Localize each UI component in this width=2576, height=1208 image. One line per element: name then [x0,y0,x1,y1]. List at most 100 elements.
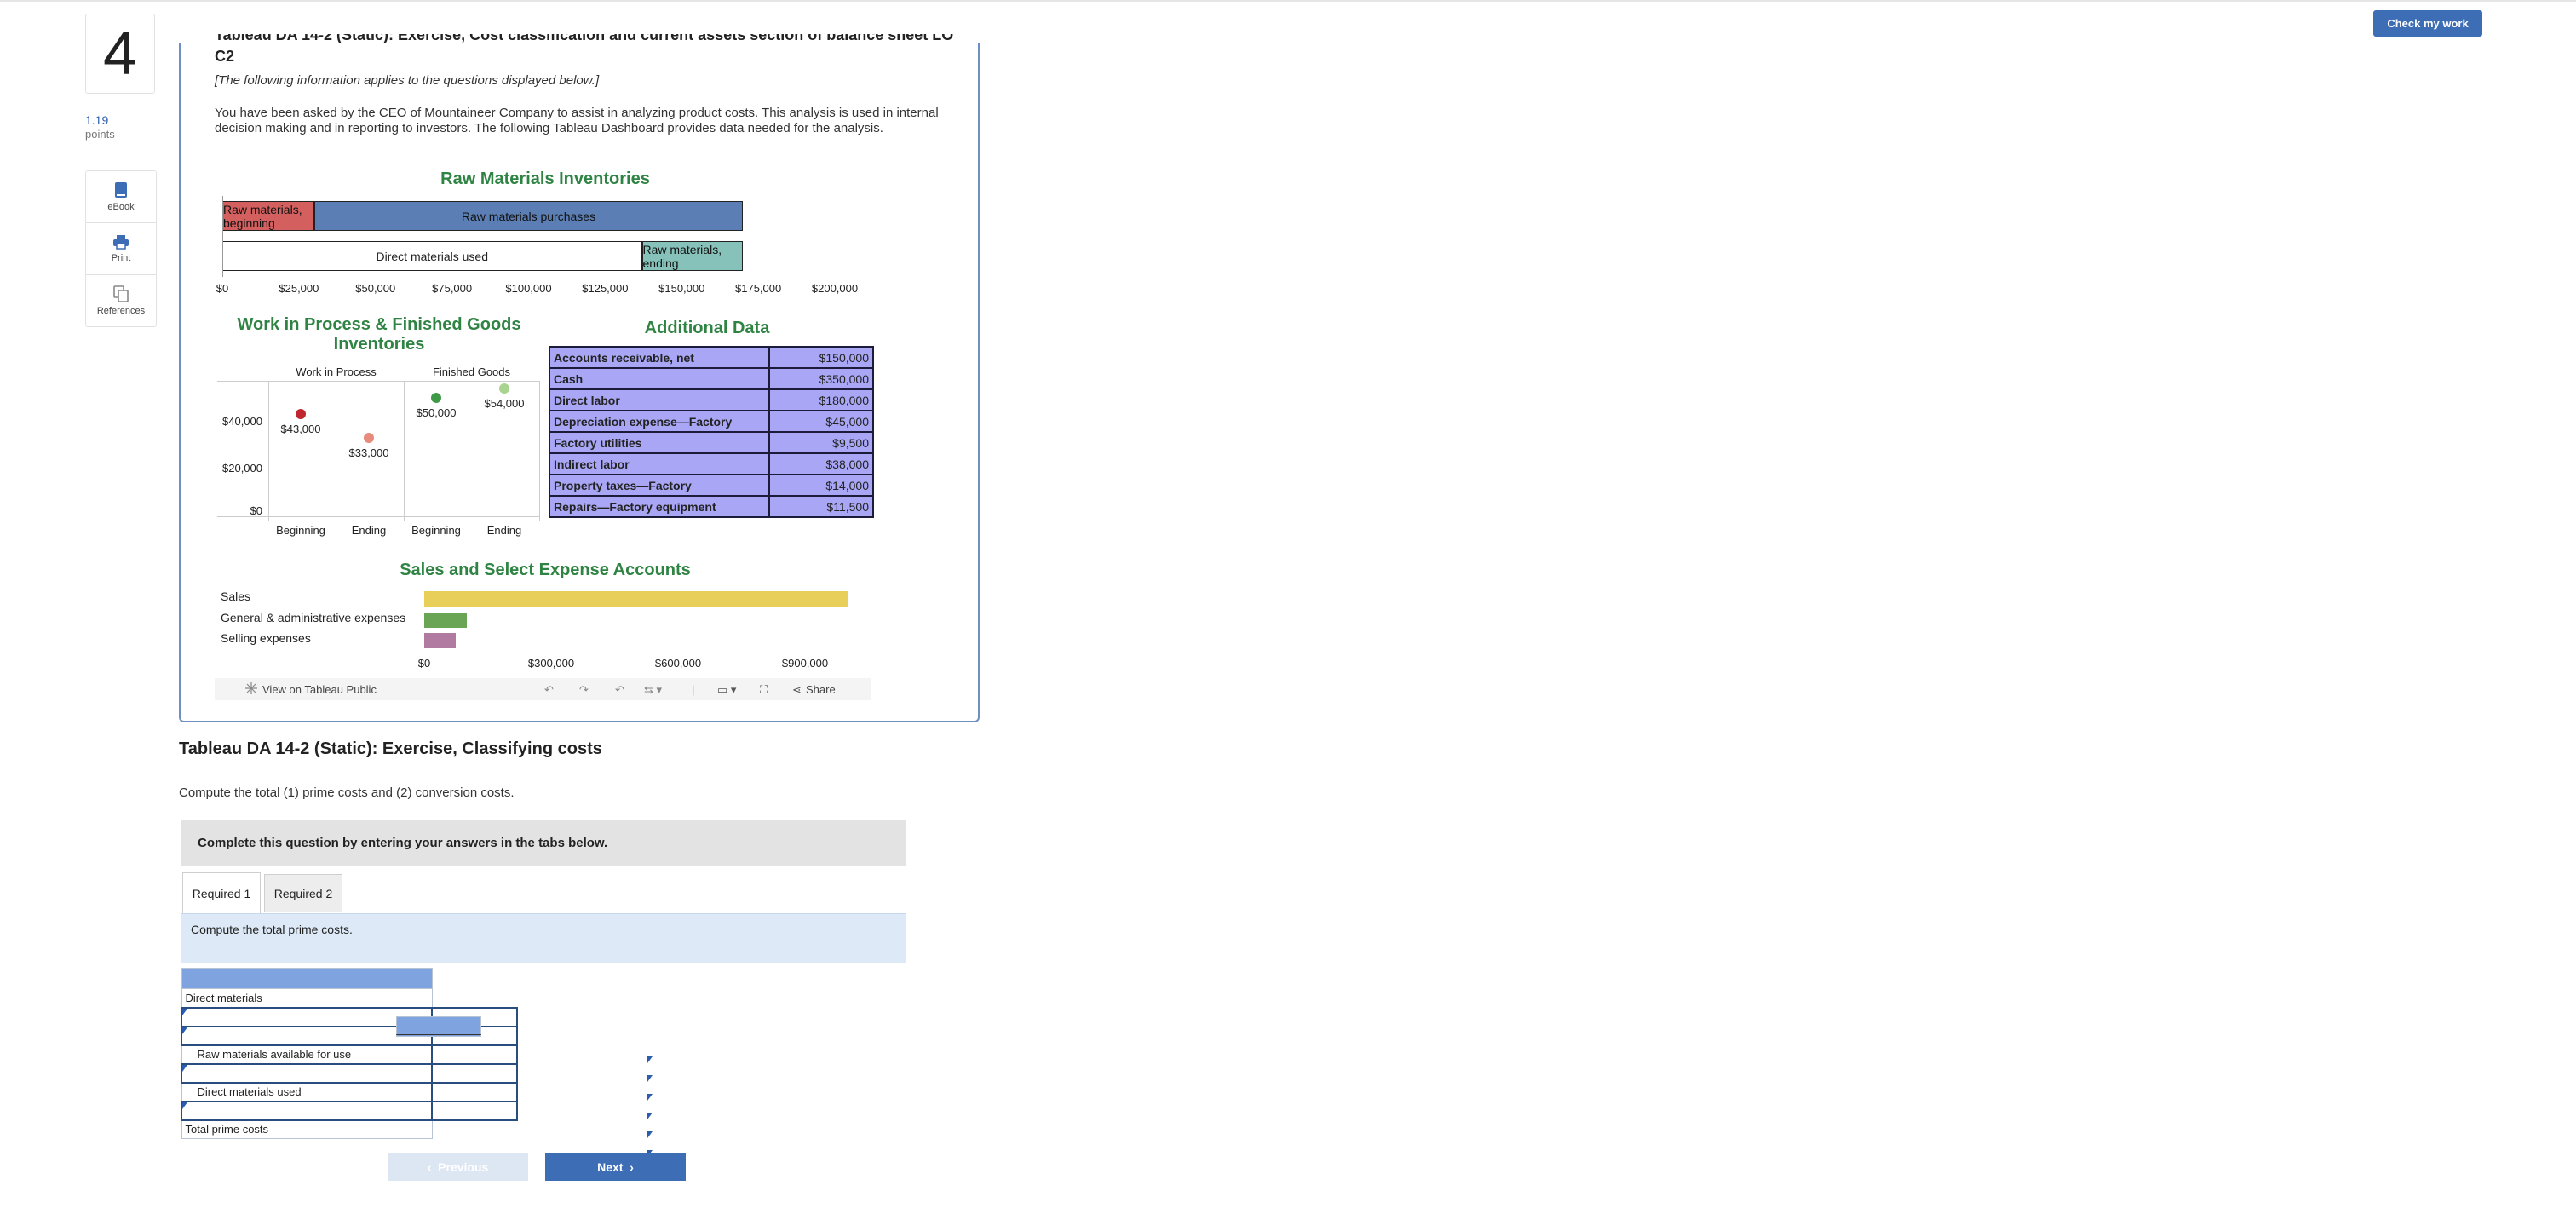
raw-axis-tick: $175,000 [735,282,782,295]
raw-bar-segment: Direct materials used [222,241,642,271]
device-preview-icon[interactable]: ▭ ▾ [717,683,736,697]
context-title-c2: C2 [215,48,235,65]
answer-row: Raw materials available for use [181,1044,733,1113]
additional-data-value: $9,500 [768,431,874,454]
additional-data-row: Factory utilities $9,500 [549,431,874,454]
sales-bar [424,591,848,607]
points-label: points [85,128,115,141]
additional-data-name: Property taxes—Factory [549,474,770,497]
raw-axis-tick: $150,000 [658,282,705,295]
additional-data-value: $38,000 [768,452,874,475]
answer-label-input[interactable] [181,1025,433,1046]
context-intro: [The following information applies to th… [215,73,600,88]
question-number: 4 [85,14,155,94]
check-my-work-button[interactable]: Check my work [2373,10,2482,37]
wip-data-point [499,383,509,394]
additional-data-value: $350,000 [768,367,874,390]
answer-subtotal-input[interactable] [646,1091,733,1113]
raw-axis-tick: $125,000 [582,282,629,295]
wip-data-point [431,392,441,403]
copy-icon [113,285,129,302]
raw-bar-segment: Raw materials purchases [313,201,744,231]
raw-axis-line [222,196,223,277]
wip-point-label: $43,000 [280,423,321,436]
wip-x-label: Ending [351,524,387,537]
additional-data-value: $11,500 [768,495,874,518]
section-instruction: Compute the total (1) prime costs and (2… [179,785,515,800]
references-button[interactable]: References [86,275,156,326]
top-divider [0,0,2576,2]
sales-bar-label: General & administrative expenses [221,611,406,624]
additional-data-value: $180,000 [768,388,874,411]
answer-row [181,1100,733,1169]
answer-amount-input[interactable] [646,1110,733,1131]
sales-axis-tick: $900,000 [781,657,829,670]
answer-label-input[interactable] [181,1006,433,1027]
tab-instruction: Compute the total prime costs. [181,913,906,963]
wip-x-label: Beginning [276,524,325,537]
sales-bar [424,613,467,628]
section-title: Tableau DA 14-2 (Static): Exercise, Clas… [179,739,602,758]
answer-label-input[interactable] [181,1100,433,1121]
sales-axis-tick: $600,000 [654,657,702,670]
tab-required-1[interactable]: Required 1 [182,872,261,913]
answer-row: Direct materials used [181,1082,733,1150]
raw-chart-title: Raw Materials Inventories [440,170,650,188]
answer-row: Total prime costs [181,1015,517,1139]
raw-axis-tick: $200,000 [811,282,859,295]
tab-required-2[interactable]: Required 2 [264,874,342,912]
print-button[interactable]: Print [86,223,156,275]
additional-data-name: Depreciation expense—Factory [549,410,770,433]
next-button[interactable]: Next › [545,1153,686,1181]
undo-icon[interactable]: ↶ [544,683,554,697]
additional-data-value: $150,000 [768,346,874,369]
additional-data-name: Accounts receivable, net [549,346,770,369]
raw-axis-tick: $25,000 [279,282,319,295]
wip-chart-title: Work in Process & Finished Goods Inventor… [237,315,521,354]
raw-axis-tick: $50,000 [355,282,396,295]
wip-panel-header: Finished Goods [432,365,511,378]
tools-panel: eBook Print References [85,170,157,327]
answer-label-input[interactable] [181,1062,433,1084]
wip-point-label: $33,000 [348,446,389,460]
wip-panel-divider [268,381,269,521]
wip-point-label: $50,000 [416,406,457,419]
sales-axis-tick: $300,000 [527,657,575,670]
answer-table-header [181,968,517,1037]
printer-icon [113,235,129,250]
refresh-icon[interactable]: ⇆ ▾ [644,683,662,697]
ebook-button[interactable]: eBook [86,171,156,223]
revert-icon[interactable]: ↶ [615,683,624,697]
answer-amount-input[interactable] [646,1073,733,1094]
answer-row [181,1062,733,1131]
answer-total-value[interactable] [396,1015,481,1035]
raw-bar-segment: Raw materials, ending [641,241,744,271]
additional-data-row: Property taxes—Factory $14,000 [549,474,874,497]
answer-table: Direct materials Raw materials available … [181,968,733,1169]
wip-x-label: Ending [486,524,522,537]
answer-subtotal-input[interactable] [646,1129,733,1150]
fullscreen-icon[interactable]: ⛶ [760,683,768,697]
share-button[interactable]: Share [806,683,836,696]
redo-icon[interactable]: ↷ [579,683,589,697]
additional-data-value: $45,000 [768,410,874,433]
chevron-right-icon: › [623,1160,634,1174]
points-value: 1.19 [85,113,109,127]
additional-data-name: Factory utilities [549,431,770,454]
print-label: Print [111,253,131,263]
complete-instruction-box: Complete this question by entering your … [181,820,906,866]
additional-data-title: Additional Data [644,319,770,337]
view-on-tableau-link[interactable]: View on Tableau Public [262,683,377,696]
previous-button[interactable]: ‹ Previous [388,1153,528,1181]
additional-data-row: Accounts receivable, net $150,000 [549,346,874,369]
raw-bar-segment: Raw materials, beginning [222,201,314,231]
additional-data-value: $14,000 [768,474,874,497]
wip-y-tick: $20,000 [222,462,262,475]
share-icon[interactable]: ⋖ [792,683,802,697]
raw-axis-tick: $100,000 [505,282,552,295]
answer-amount-input[interactable] [646,1054,733,1075]
sales-bar-label: Selling expenses [221,631,311,645]
additional-data-name: Indirect labor [549,452,770,475]
additional-data-name: Repairs—Factory equipment [549,495,770,518]
raw-axis-tick: $75,000 [432,282,473,295]
